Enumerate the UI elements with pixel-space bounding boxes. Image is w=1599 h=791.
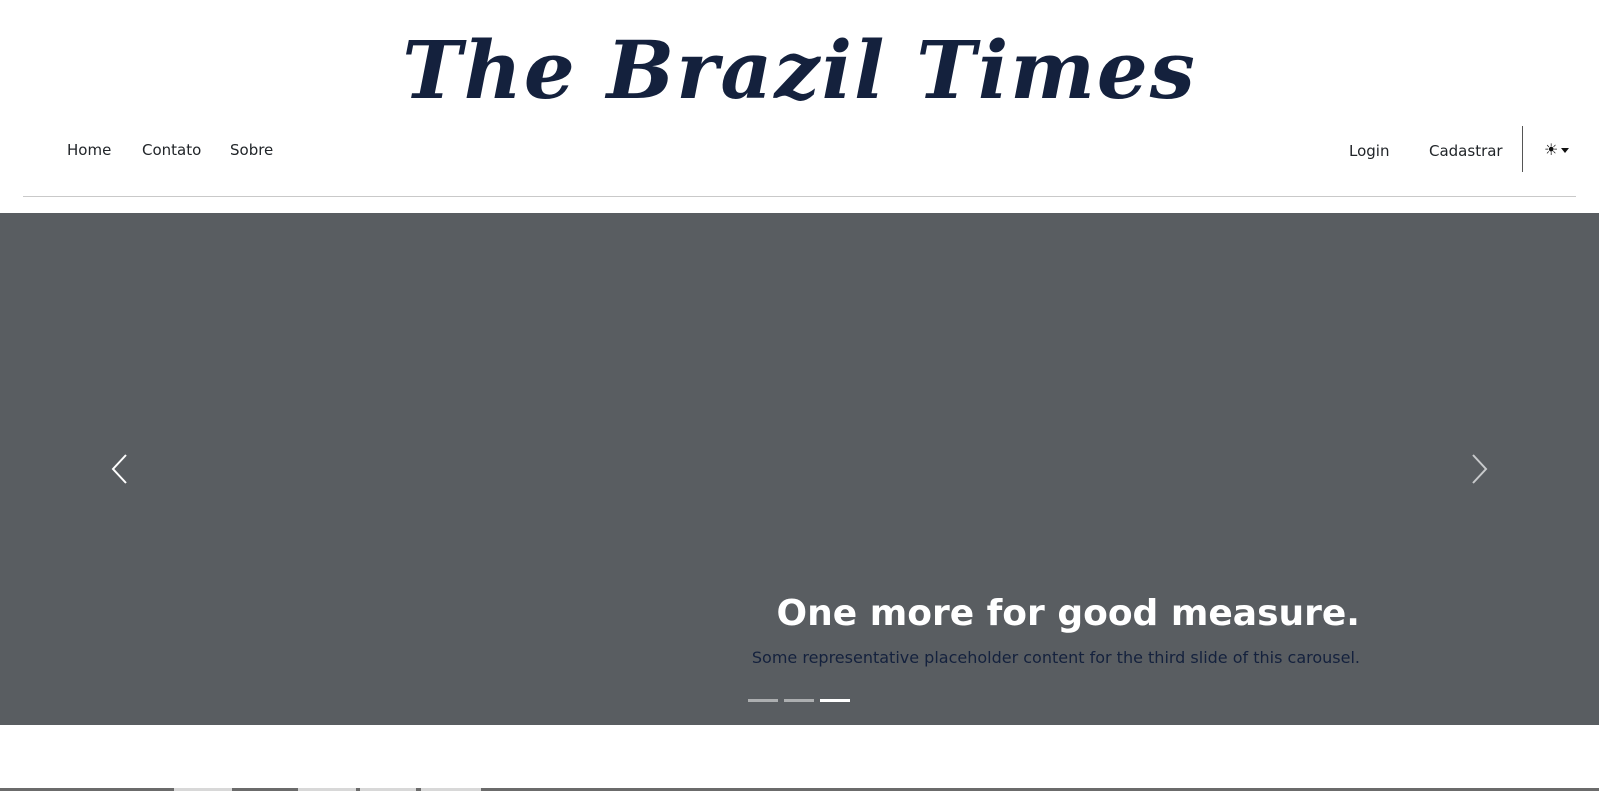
chevron-right-icon — [1472, 454, 1488, 484]
nav-home-link[interactable]: Home — [67, 138, 111, 162]
slide-caption-title: One more for good measure. — [776, 593, 1360, 634]
carousel-prev-button[interactable] — [0, 213, 240, 725]
carousel-next-button[interactable] — [1359, 213, 1599, 725]
register-link[interactable]: Cadastrar — [1429, 139, 1503, 163]
masthead: The Brazil Times — [0, 0, 1599, 120]
hero-carousel: One more for good measure. Some represen… — [0, 213, 1599, 725]
chevron-left-icon — [111, 454, 127, 484]
carousel-indicators — [748, 696, 850, 706]
slide-caption-text: Some representative placeholder content … — [751, 648, 1360, 667]
site-logo[interactable]: The Brazil Times — [0, 14, 1599, 126]
header-divider — [23, 196, 1576, 197]
caret-down-icon — [1561, 147, 1570, 153]
nav-contato-link[interactable]: Contato — [142, 138, 201, 162]
nav-sobre-link[interactable]: Sobre — [230, 138, 273, 162]
nav-divider — [1522, 126, 1523, 172]
carousel-indicator-2[interactable] — [784, 699, 814, 702]
login-link[interactable]: Login — [1349, 139, 1389, 163]
sun-icon: ☀ — [1544, 140, 1559, 159]
carousel-indicator-3[interactable] — [820, 699, 850, 702]
carousel-indicator-1[interactable] — [748, 699, 778, 702]
theme-toggle-button[interactable]: ☀ — [1544, 137, 1578, 163]
